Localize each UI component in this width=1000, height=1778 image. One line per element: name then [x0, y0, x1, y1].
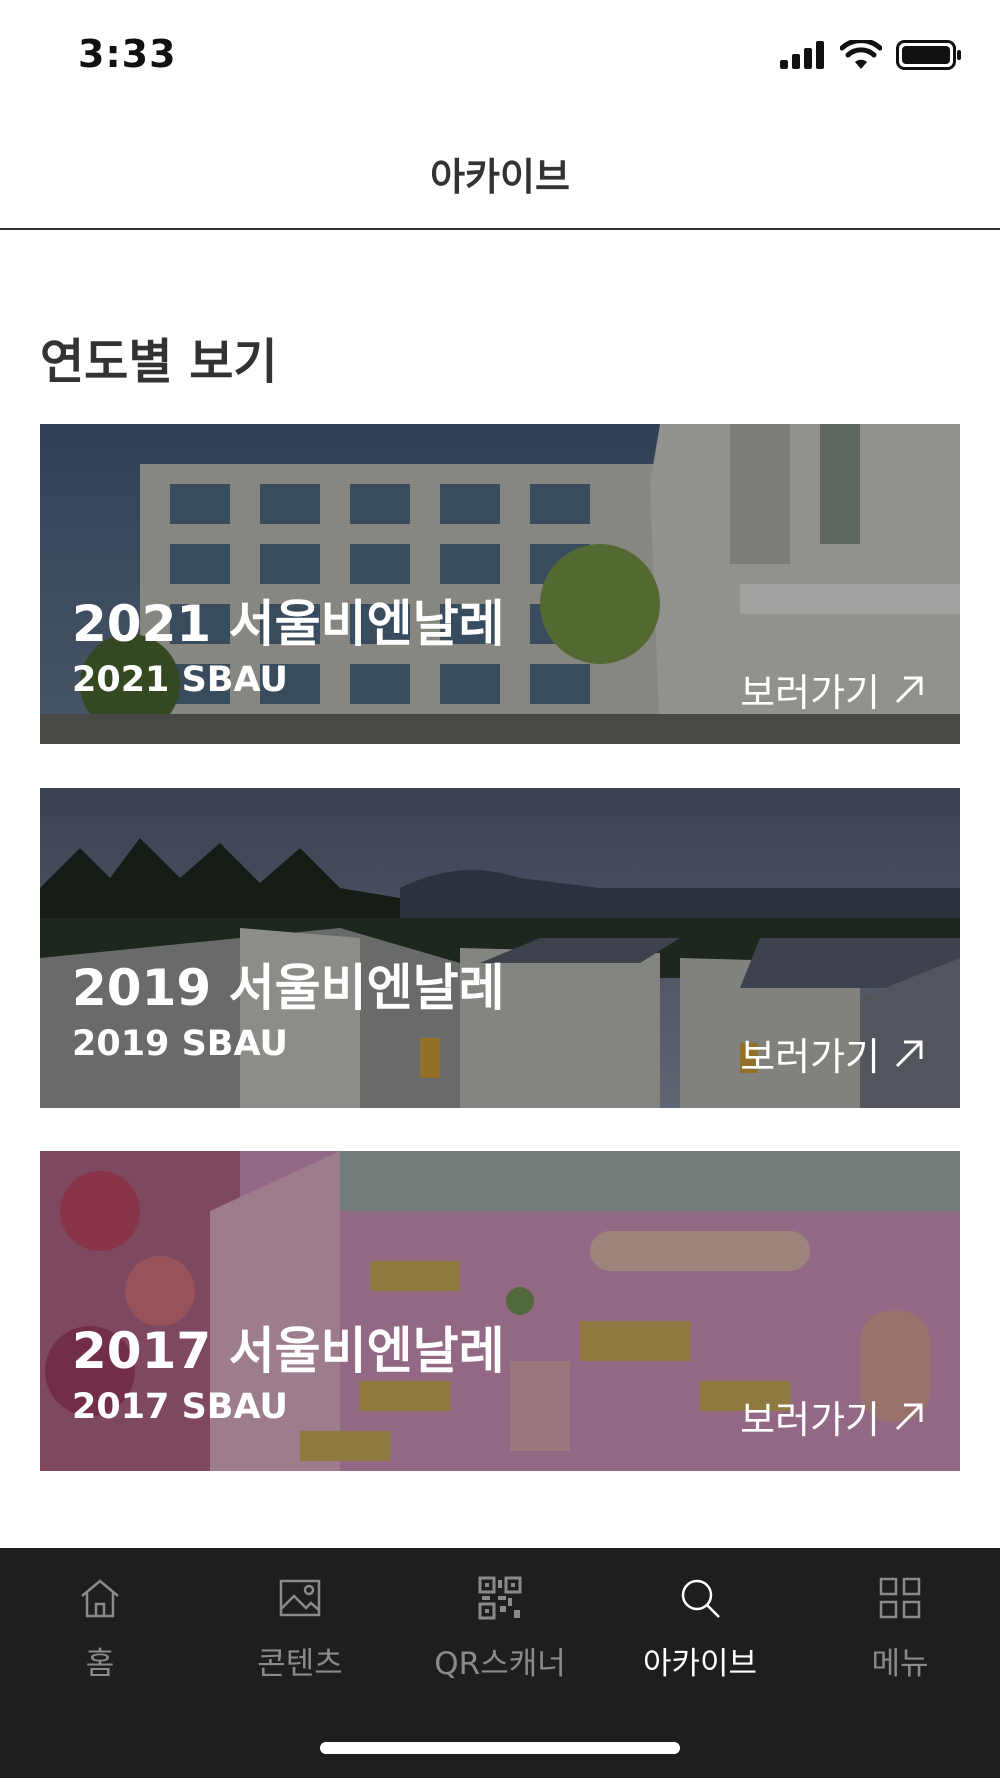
card-title: 2017 서울비엔날레 [72, 1322, 505, 1380]
card-subtitle: 2021 SBAU [72, 660, 288, 700]
page-title: 아카이브 [430, 155, 570, 199]
tab-label: QR스캐너 [434, 1646, 566, 1682]
bottom-tab-bar: 홈 콘텐츠 QR스캐너 아카이브 메뉴 [0, 1548, 1000, 1778]
battery-icon [896, 40, 961, 70]
search-icon [681, 1579, 720, 1618]
archive-card-2019[interactable]: 2019 서울비엔날레 2019 SBAU 보러가기 [40, 788, 960, 1108]
home-icon [81, 1579, 119, 1618]
grid-menu-icon [879, 1577, 921, 1619]
home-indicator [320, 1742, 680, 1754]
page-header: 아카이브 [0, 110, 1000, 230]
arrow-up-right-icon [895, 1403, 923, 1430]
card-title: 2019 서울비엔날레 [72, 959, 505, 1017]
view-link[interactable]: 보러가기 [740, 1389, 924, 1444]
tab-label: 홈 [85, 1646, 115, 1682]
status-icons [780, 40, 962, 70]
view-link[interactable]: 보러가기 [740, 662, 924, 717]
arrow-up-right-icon [895, 1040, 923, 1067]
status-time: 3:33 [78, 32, 177, 76]
section-title: 연도별 보기 [40, 334, 278, 390]
tab-contents[interactable]: 콘텐츠 [200, 1572, 400, 1682]
card-subtitle: 2019 SBAU [72, 1024, 288, 1064]
view-link[interactable]: 보러가기 [740, 1026, 924, 1081]
view-link-label: 보러가기 [740, 671, 880, 715]
tab-menu[interactable]: 메뉴 [800, 1572, 1000, 1682]
view-link-label: 보러가기 [740, 1398, 880, 1442]
signal-icon [780, 41, 824, 69]
card-title: 2021 서울비엔날레 [72, 595, 505, 653]
image-icon [279, 1579, 321, 1617]
archive-card-2017[interactable]: 2017 서울비엔날레 2017 SBAU 보러가기 [40, 1151, 960, 1471]
tab-qr-scanner[interactable]: QR스캐너 [400, 1572, 600, 1682]
tab-archive[interactable]: 아카이브 [600, 1572, 800, 1682]
archive-card-2021[interactable]: 2021 서울비엔날레 2021 SBAU 보러가기 [40, 424, 960, 744]
wifi-icon [840, 40, 882, 69]
tab-label: 아카이브 [642, 1646, 758, 1682]
card-subtitle: 2017 SBAU [72, 1387, 288, 1427]
tab-home[interactable]: 홈 [0, 1572, 200, 1682]
tab-label: 콘텐츠 [257, 1646, 343, 1682]
arrow-up-right-icon [895, 676, 923, 703]
tab-label: 메뉴 [871, 1646, 929, 1682]
view-link-label: 보러가기 [740, 1035, 880, 1079]
status-bar: 3:33 [0, 0, 1000, 110]
qr-code-icon [478, 1576, 522, 1620]
